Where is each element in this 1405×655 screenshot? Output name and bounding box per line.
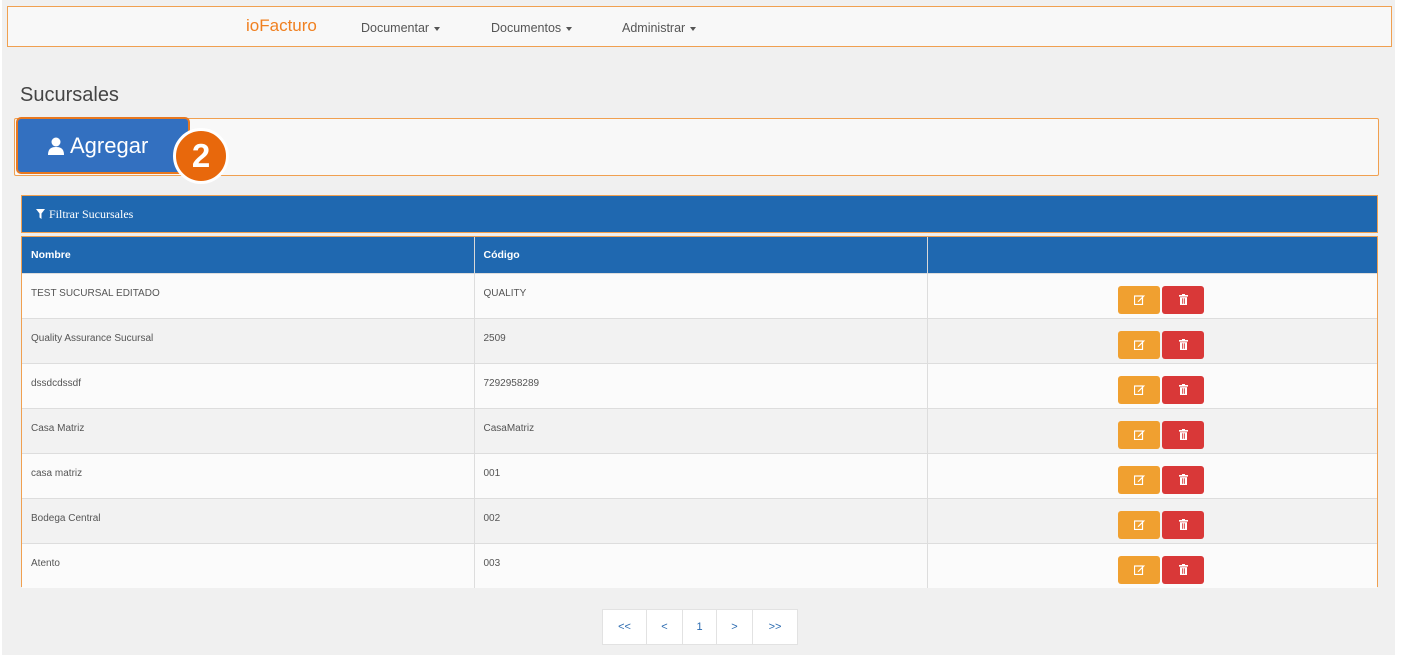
trash-icon (1178, 384, 1188, 395)
delete-button[interactable] (1162, 555, 1205, 584)
cell-codigo: QUALITY (474, 273, 928, 318)
page-last-button[interactable]: >> (753, 610, 797, 644)
column-header-actions (927, 237, 1377, 273)
trash-icon (1178, 429, 1188, 440)
page-first-button[interactable]: << (603, 610, 647, 644)
edit-button[interactable] (1118, 285, 1161, 314)
delete-button[interactable] (1162, 465, 1205, 494)
table-header-row: Nombre Código (22, 237, 1377, 273)
cell-nombre: dssdcdssdf (22, 363, 475, 408)
cell-actions (927, 408, 1377, 453)
cell-codigo: 001 (474, 453, 928, 498)
menu-documentos-label: Documentos (491, 21, 562, 35)
edit-button[interactable] (1118, 420, 1161, 449)
delete-button[interactable] (1162, 375, 1205, 404)
table-row: dssdcdssdf 7292958289 (22, 363, 1377, 408)
filter-icon (36, 209, 45, 219)
table-row: casa matriz 001 (22, 453, 1377, 498)
table-row: Bodega Central 002 (22, 498, 1377, 543)
delete-button[interactable] (1162, 285, 1205, 314)
filter-toggle[interactable]: Filtrar Sucursales (21, 195, 1378, 233)
menu-administrar-label: Administrar (622, 21, 686, 35)
row-actions (928, 285, 1378, 314)
cell-codigo: 003 (474, 543, 928, 588)
cell-codigo: 7292958289 (474, 363, 928, 408)
cell-codigo: 2509 (474, 318, 928, 363)
trash-icon (1178, 474, 1188, 485)
cell-codigo: CasaMatriz (474, 408, 928, 453)
table-row: TEST SUCURSAL EDITADO QUALITY (22, 273, 1377, 318)
page-next-button[interactable]: > (717, 610, 753, 644)
edit-icon (1133, 520, 1145, 530)
row-actions (928, 330, 1378, 359)
row-actions (928, 510, 1378, 539)
cell-nombre: casa matriz (22, 453, 475, 498)
column-header-codigo[interactable]: Código (474, 237, 928, 273)
cell-actions (927, 318, 1377, 363)
brand-logo[interactable]: ioFacturo (246, 16, 317, 36)
cell-actions (927, 543, 1377, 588)
edit-button[interactable] (1118, 555, 1161, 584)
page-prev-button[interactable]: < (647, 610, 683, 644)
menu-administrar[interactable]: Administrar (622, 21, 697, 35)
cell-actions (927, 363, 1377, 408)
page-title: Sucursales (20, 84, 119, 106)
edit-icon (1133, 475, 1145, 485)
delete-button[interactable] (1162, 330, 1205, 359)
add-button[interactable]: Agregar (16, 117, 190, 174)
pagination: << < 1 > >> (602, 609, 798, 645)
edit-icon (1133, 430, 1145, 440)
cell-actions (927, 273, 1377, 318)
cell-nombre: Atento (22, 543, 475, 588)
cell-actions (927, 498, 1377, 543)
cell-nombre: Bodega Central (22, 498, 475, 543)
branches-table: Nombre Código TEST SUCURSAL EDITADO QUALI… (21, 236, 1378, 588)
edit-button[interactable] (1118, 375, 1161, 404)
row-actions (928, 555, 1378, 584)
delete-button[interactable] (1162, 420, 1205, 449)
edit-icon (1133, 295, 1145, 305)
edit-button[interactable] (1118, 330, 1161, 359)
edit-icon (1133, 565, 1145, 576)
table-row: Atento 003 (22, 543, 1377, 588)
menu-documentar[interactable]: Documentar (361, 21, 441, 35)
page-current-button[interactable]: 1 (683, 610, 717, 644)
filter-label: Filtrar Sucursales (49, 206, 134, 221)
row-actions (928, 420, 1378, 449)
step-badge: 2 (173, 128, 229, 184)
column-header-nombre[interactable]: Nombre (22, 237, 475, 273)
caret-down-icon (690, 26, 697, 31)
edit-button[interactable] (1118, 510, 1161, 539)
table-row: Casa Matriz CasaMatriz (22, 408, 1377, 453)
caret-down-icon (566, 26, 573, 31)
row-actions (928, 375, 1378, 404)
menu-documentos[interactable]: Documentos (491, 21, 573, 35)
edit-button[interactable] (1118, 465, 1161, 494)
table-row: Quality Assurance Sucursal 2509 (22, 318, 1377, 363)
trash-icon (1178, 339, 1188, 350)
menu-documentar-label: Documentar (361, 21, 430, 35)
edit-icon (1133, 340, 1145, 350)
cell-actions (927, 453, 1377, 498)
cell-nombre: Casa Matriz (22, 408, 475, 453)
trash-icon (1178, 294, 1188, 305)
cell-nombre: Quality Assurance Sucursal (22, 318, 475, 363)
user-icon (48, 137, 64, 155)
add-button-label: Agregar (70, 132, 149, 158)
edit-icon (1133, 385, 1145, 395)
delete-button[interactable] (1162, 510, 1205, 539)
trash-icon (1178, 519, 1188, 530)
caret-down-icon (434, 26, 441, 31)
row-actions (928, 465, 1378, 494)
cell-nombre: TEST SUCURSAL EDITADO (22, 273, 475, 318)
trash-icon (1178, 564, 1188, 576)
cell-codigo: 002 (474, 498, 928, 543)
top-navbar: ioFacturo Documentar Documentos Administ… (7, 6, 1392, 47)
